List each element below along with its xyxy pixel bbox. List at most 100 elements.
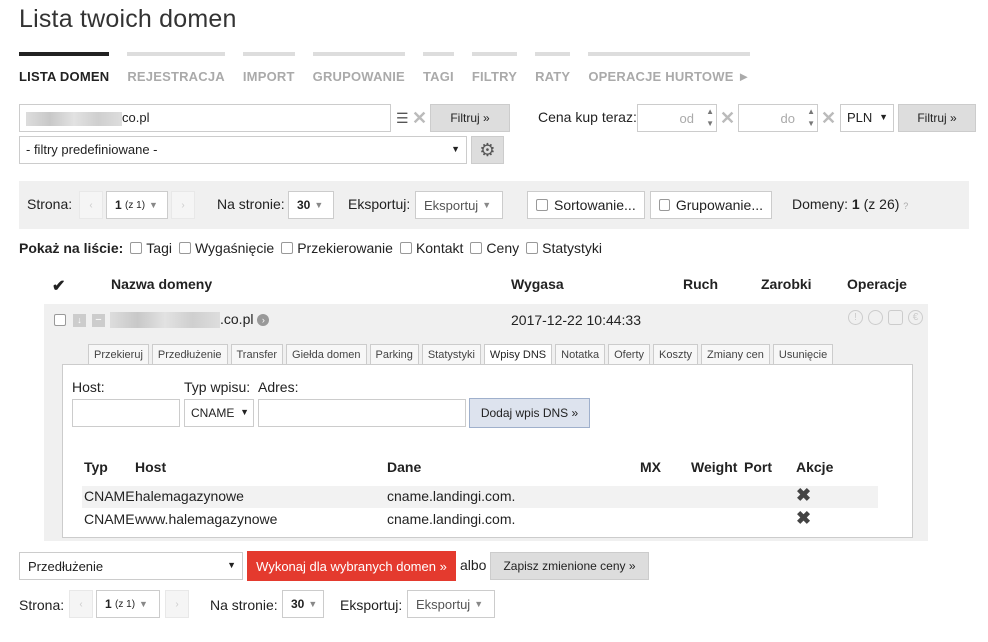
next-page-button[interactable]: › xyxy=(165,590,189,618)
chevron-down-icon: ▼ xyxy=(139,599,148,609)
record-type-value: CNAME xyxy=(191,406,235,420)
col-earnings[interactable]: Zarobki xyxy=(761,276,812,292)
group-button[interactable]: Grupowanie... xyxy=(650,191,772,219)
tab-usuniecie[interactable]: Usunięcie xyxy=(772,344,834,366)
page-label: Strona: xyxy=(27,196,73,212)
export-select[interactable]: Eksportuj ▼ xyxy=(407,590,495,618)
select-all-checkmark-icon[interactable]: ✔ xyxy=(52,276,65,296)
address-input[interactable] xyxy=(258,399,466,427)
dns-record-row: CNAME www.halemagazynowe cname.landingi.… xyxy=(82,508,878,531)
tab-parking[interactable]: Parking xyxy=(369,344,419,366)
show-list-label: Pokaż na liście: xyxy=(19,240,124,256)
clear-price-to-icon[interactable]: ✕ xyxy=(821,109,836,127)
checkbox[interactable] xyxy=(470,242,483,254)
per-page-select[interactable]: 30 ▼ xyxy=(288,191,334,219)
show-przekierowanie[interactable]: Przekierowanie xyxy=(281,240,393,256)
clear-price-from-icon[interactable]: ✕ xyxy=(720,109,735,127)
checkbox[interactable] xyxy=(399,242,412,254)
record-type-select[interactable]: CNAME ▼ xyxy=(184,399,254,427)
host-label: Host: xyxy=(72,379,105,395)
show-ceny[interactable]: Ceny xyxy=(470,240,519,256)
address-label: Adres: xyxy=(258,379,299,395)
lock-icon[interactable] xyxy=(888,310,903,325)
price-to-input[interactable]: do ▲ ▼ xyxy=(738,104,818,132)
per-page-select[interactable]: 30 ▼ xyxy=(282,590,324,618)
list-icon[interactable]: ☰ xyxy=(396,110,409,127)
checkbox[interactable] xyxy=(526,242,539,254)
tab-wpisy-dns[interactable]: Wpisy DNS xyxy=(483,344,553,366)
domains-label: Domeny: xyxy=(792,196,849,212)
delete-record-icon[interactable]: ✖ xyxy=(796,508,811,529)
spinner-icon[interactable]: ▲ ▼ xyxy=(807,106,815,130)
col-domain-name[interactable]: Nazwa domeny xyxy=(111,276,212,292)
price-from-input[interactable]: od ▲ ▼ xyxy=(637,104,717,132)
dns-record-row: CNAME halemagazynowe cname.landingi.com.… xyxy=(82,485,878,508)
domain-name[interactable]: .co.pl › xyxy=(110,311,270,329)
next-page-button[interactable]: › xyxy=(171,191,195,219)
checkbox[interactable] xyxy=(281,242,294,254)
dns-type: CNAME xyxy=(84,488,135,504)
sort-button[interactable]: Sortowanie... xyxy=(527,191,645,219)
execute-bulk-button[interactable]: Wykonaj dla wybranych domen » xyxy=(247,551,456,581)
delete-record-icon[interactable]: ✖ xyxy=(796,485,811,506)
nav-lista-domen[interactable]: LISTA DOMEN xyxy=(19,52,110,84)
predefined-filters-select[interactable]: - filtry predefiniowane - ▼ xyxy=(19,136,467,164)
dns-data: cname.landingi.com. xyxy=(387,511,516,527)
nav-tagi[interactable]: TAGI xyxy=(422,52,454,84)
tab-transfer[interactable]: Transfer xyxy=(230,344,284,366)
nav-import[interactable]: IMPORT xyxy=(242,52,295,84)
clear-search-icon[interactable]: ✕ xyxy=(412,109,427,127)
info-icon[interactable]: ! xyxy=(848,310,863,325)
tab-oferty[interactable]: Oferty xyxy=(608,344,651,366)
page-select[interactable]: 1 (z 1) ▼ xyxy=(106,191,168,219)
nav-operacje-hurtowe[interactable]: OPERACJE HURTOWE ► xyxy=(588,52,751,84)
go-arrow-icon[interactable]: › xyxy=(257,314,270,327)
help-icon[interactable]: ? xyxy=(903,201,908,211)
domain-checkbox[interactable] xyxy=(54,314,66,326)
domain-suffix: .co.pl xyxy=(220,311,254,327)
checkbox[interactable] xyxy=(178,242,191,254)
nav-rejestracja[interactable]: REJESTRACJA xyxy=(127,52,225,84)
price-filter-button[interactable]: Filtruj » xyxy=(898,104,976,132)
sort-checkbox[interactable] xyxy=(536,199,548,211)
domain-search-input[interactable]: co.pl xyxy=(19,104,391,132)
show-wygasniecie[interactable]: Wygaśnięcie xyxy=(178,240,274,256)
filter-button[interactable]: Filtruj » xyxy=(430,104,510,132)
bulk-action-select[interactable]: Przedłużenie ▼ xyxy=(19,552,243,580)
col-expires[interactable]: Wygasa xyxy=(511,276,564,292)
chevron-down-icon: ▼ xyxy=(451,144,460,154)
show-kontakt[interactable]: Kontakt xyxy=(399,240,463,256)
option-label: Statystyki xyxy=(542,240,603,256)
prev-page-button[interactable]: ‹ xyxy=(79,191,103,219)
col-traffic[interactable]: Ruch xyxy=(683,276,718,292)
nav-raty[interactable]: RATY xyxy=(535,52,571,84)
page-select[interactable]: 1 (z 1) ▼ xyxy=(96,590,160,618)
collapse-icon[interactable]: − xyxy=(92,314,105,327)
tab-notatka[interactable]: Notatka xyxy=(555,344,606,366)
show-tagi[interactable]: Tagi xyxy=(130,240,172,256)
spinner-icon[interactable]: ▲ ▼ xyxy=(706,106,714,130)
add-dns-button[interactable]: Dodaj wpis DNS » xyxy=(469,398,590,428)
export-select[interactable]: Eksportuj ▼ xyxy=(415,191,503,219)
tab-statystyki[interactable]: Statystyki xyxy=(421,344,481,366)
refresh-icon[interactable] xyxy=(868,310,883,325)
currency-select[interactable]: PLN ▼ xyxy=(840,104,894,132)
tab-koszty[interactable]: Koszty xyxy=(653,344,699,366)
predefined-value: - filtry predefiniowane - xyxy=(26,142,158,157)
checkbox[interactable] xyxy=(130,242,143,254)
group-checkbox[interactable] xyxy=(659,199,670,211)
euro-icon[interactable]: € xyxy=(908,310,923,325)
download-icon[interactable]: ↓ xyxy=(73,314,86,327)
tab-przekieruj[interactable]: Przekieruj xyxy=(88,344,149,366)
nav-grupowanie[interactable]: GRUPOWANIE xyxy=(312,52,405,84)
redacted-domain xyxy=(26,111,122,126)
host-input[interactable] xyxy=(72,399,180,427)
tab-zmiany-cen[interactable]: Zmiany cen xyxy=(701,344,770,366)
save-prices-button[interactable]: Zapisz zmienione ceny » xyxy=(490,552,649,580)
prev-page-button[interactable]: ‹ xyxy=(69,590,93,618)
tab-przedluzenie[interactable]: Przedłużenie xyxy=(151,344,228,366)
gear-icon[interactable]: ⚙ xyxy=(471,136,504,164)
nav-filtry[interactable]: FILTRY xyxy=(471,52,518,84)
show-statystyki[interactable]: Statystyki xyxy=(526,240,602,256)
tab-gielda-domen[interactable]: Giełda domen xyxy=(286,344,367,366)
